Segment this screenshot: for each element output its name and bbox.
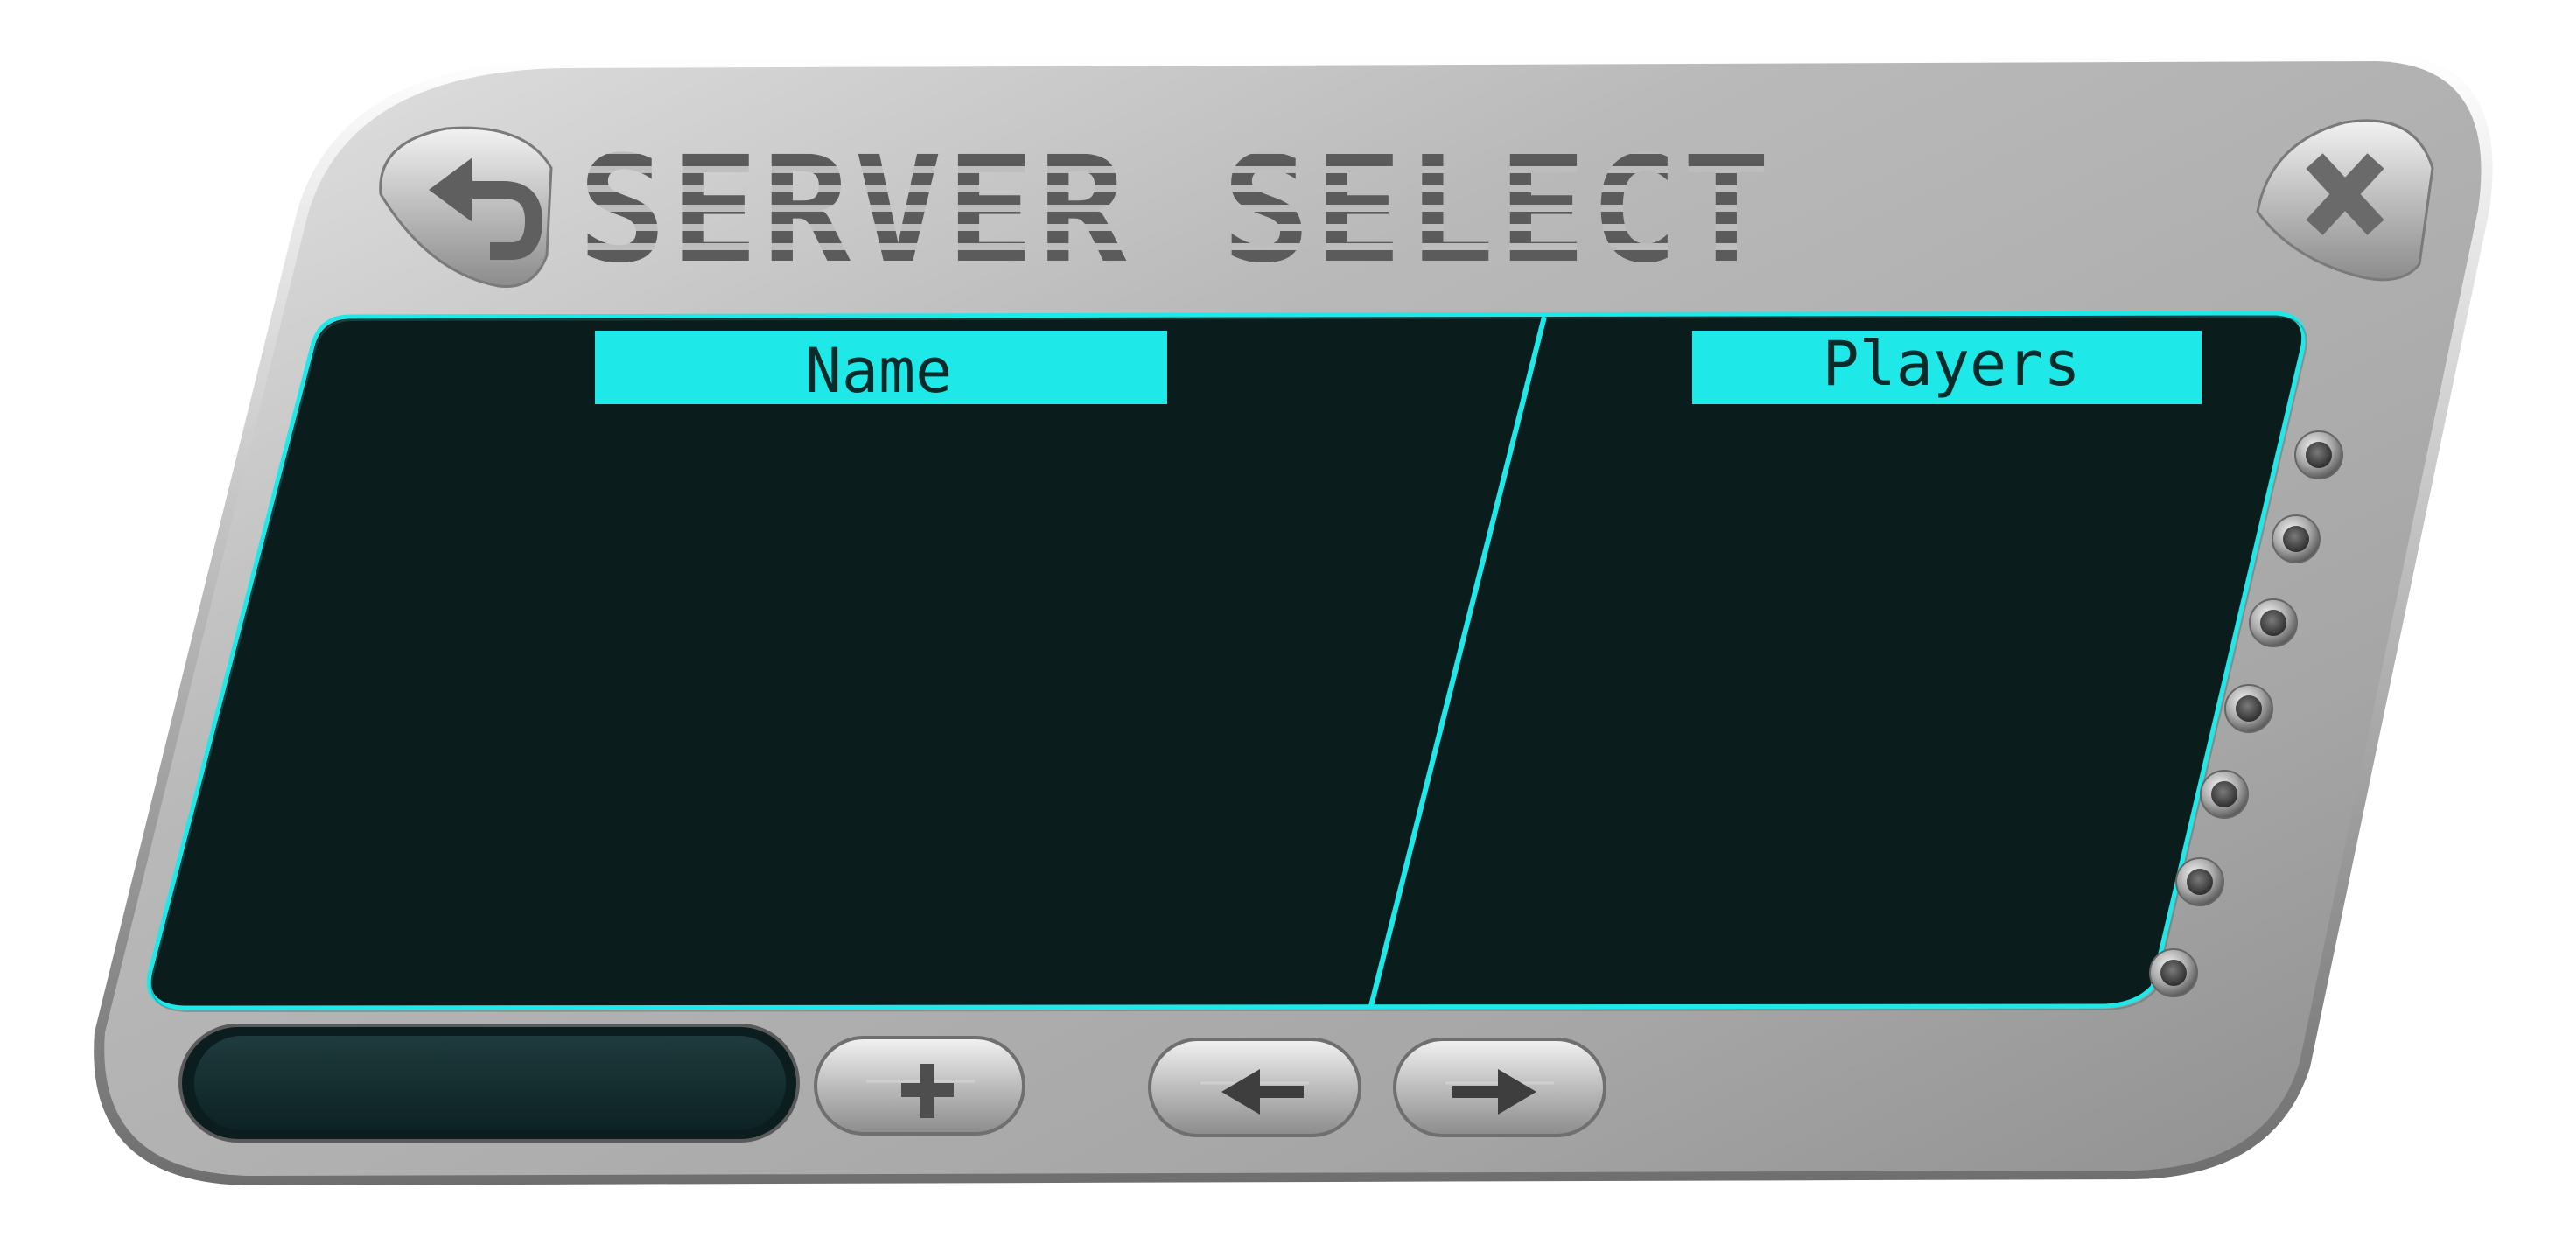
scroll-dot[interactable] <box>2272 514 2320 563</box>
column-header-name-label: Name <box>805 335 953 407</box>
server-address-field[interactable] <box>178 1024 800 1143</box>
page-title: SERVER SELECT <box>578 124 1774 296</box>
scroll-dot[interactable] <box>2249 598 2298 647</box>
add-server-button[interactable] <box>814 1036 1026 1136</box>
scroll-dot[interactable] <box>2224 684 2273 733</box>
title-banner: SERVER SELECT <box>578 124 1774 296</box>
server-select-window: SERVER SELECT Name Players <box>0 0 2576 1237</box>
scroll-dot[interactable] <box>2200 770 2249 819</box>
scroll-dot[interactable] <box>2175 857 2224 906</box>
scroll-dot[interactable] <box>2294 430 2343 479</box>
server-list-panel[interactable]: Name Players <box>146 311 2307 1013</box>
column-header-name[interactable]: Name <box>595 331 1167 407</box>
column-header-players[interactable]: Players <box>1692 328 2202 404</box>
column-header-players-label: Players <box>1822 328 2080 400</box>
server-select-canvas: SERVER SELECT Name Players <box>94 52 2493 1185</box>
previous-page-button[interactable] <box>1148 1038 1362 1137</box>
scroll-dot[interactable] <box>2149 948 2198 997</box>
next-page-button[interactable] <box>1393 1038 1606 1137</box>
